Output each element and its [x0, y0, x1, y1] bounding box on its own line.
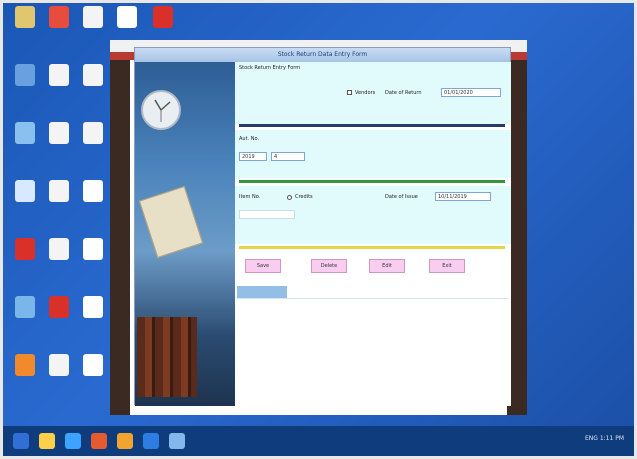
- item-label: Item No.: [239, 194, 261, 200]
- date-of-return-field[interactable]: 01/01/2020: [441, 88, 501, 97]
- credits-radio[interactable]: [287, 195, 292, 200]
- app-icon: [15, 64, 35, 86]
- side-banner-image: [135, 62, 235, 406]
- desktop-icon[interactable]: [78, 354, 108, 376]
- header-label: Stock Return Entry Form: [239, 65, 301, 71]
- media-icon[interactable]: [91, 433, 107, 449]
- app-icon: [15, 122, 35, 144]
- app-icon: [83, 296, 103, 318]
- exit-button[interactable]: Exit: [429, 259, 465, 273]
- books-image: [137, 317, 197, 397]
- delete-button[interactable]: Delete: [311, 259, 347, 273]
- data-grid-header: [237, 286, 287, 298]
- desktop-icon[interactable]: [44, 64, 74, 86]
- vendor-checkbox[interactable]: [347, 90, 352, 95]
- app-icon: [15, 238, 35, 260]
- app-icon: [83, 64, 103, 86]
- save-button[interactable]: Save: [245, 259, 281, 273]
- item-number-field[interactable]: [239, 210, 295, 219]
- desktop-icon[interactable]: [44, 180, 74, 202]
- form-content: Stock Return Entry Form Vendors Date of …: [235, 62, 511, 406]
- desktop-icon[interactable]: [44, 238, 74, 260]
- header-band: Stock Return Entry Form Vendors Date of …: [235, 62, 511, 124]
- app-icon: [49, 238, 69, 260]
- taskbar: ENG 1:11 PM: [3, 426, 634, 456]
- desktop-icon[interactable]: [78, 296, 108, 318]
- yellow-divider: [239, 246, 505, 249]
- ie-icon[interactable]: [143, 433, 159, 449]
- app-icon: [83, 180, 103, 202]
- paper-image: [138, 186, 204, 258]
- desktop-icon[interactable]: [148, 6, 178, 28]
- aut-prefix-select[interactable]: 2019: [239, 152, 267, 161]
- app-icon: [49, 64, 69, 86]
- desktop-icon[interactable]: [10, 238, 40, 260]
- desktop-icon[interactable]: [78, 64, 108, 86]
- desktop-icon[interactable]: [44, 296, 74, 318]
- desktop-icon[interactable]: [78, 180, 108, 202]
- vendor-checkbox-label: Vendors: [355, 90, 376, 96]
- app-icon: [15, 354, 35, 376]
- app-icon: [49, 354, 69, 376]
- app-icon: [49, 122, 69, 144]
- files-icon[interactable]: [65, 433, 81, 449]
- aut-label: Aut. No.: [239, 136, 260, 142]
- credits-radio-label: Credits: [295, 194, 313, 200]
- app-icon: [49, 180, 69, 202]
- edit-button[interactable]: Edit: [369, 259, 405, 273]
- desktop-icon[interactable]: [10, 180, 40, 202]
- data-grid[interactable]: [237, 298, 509, 398]
- desktop-icon[interactable]: [78, 6, 108, 28]
- desktop-icon[interactable]: [44, 354, 74, 376]
- blue-divider: [239, 124, 505, 127]
- system-tray: ENG 1:11 PM: [584, 435, 624, 442]
- desktop-icon[interactable]: [112, 6, 142, 28]
- green-divider: [239, 180, 505, 183]
- date-of-issue-label: Date of Issue: [385, 194, 418, 200]
- app-icon: [83, 354, 103, 376]
- app-icon: [83, 6, 103, 28]
- desktop-icon[interactable]: [10, 64, 40, 86]
- desktop-icon[interactable]: [10, 6, 40, 28]
- app-icon: [117, 6, 137, 28]
- window-title: Stock Return Data Entry Form: [135, 48, 510, 62]
- store-icon[interactable]: [39, 433, 55, 449]
- clock-image: [141, 90, 181, 130]
- aut-number-field[interactable]: 4: [271, 152, 305, 161]
- item-band: Item No. Credits Date of Issue 10/11/201…: [235, 186, 511, 244]
- desktop-icon[interactable]: [44, 6, 74, 28]
- background-window-left-edge: [110, 60, 130, 415]
- app-icon: [15, 296, 35, 318]
- chrome-icon[interactable]: [117, 433, 133, 449]
- app-icon: [153, 6, 173, 28]
- start-icon[interactable]: [13, 433, 29, 449]
- desktop-icon[interactable]: [10, 296, 40, 318]
- app-icon: [83, 238, 103, 260]
- app-icon: [83, 122, 103, 144]
- desktop-icon[interactable]: [10, 354, 40, 376]
- desktop-icon[interactable]: [78, 122, 108, 144]
- desktop-icon[interactable]: [44, 122, 74, 144]
- date-of-issue-field[interactable]: 10/11/2019: [435, 192, 491, 201]
- stock-return-window: Stock Return Data Entry Form Stock Retur…: [134, 47, 511, 406]
- aut-band: Aut. No. 2019 4: [235, 130, 511, 178]
- desktop-icon[interactable]: [78, 238, 108, 260]
- app-icon: [49, 6, 69, 28]
- date-of-return-label: Date of Return: [385, 90, 422, 96]
- app-icon[interactable]: [169, 433, 185, 449]
- desktop-icon[interactable]: [10, 122, 40, 144]
- app-icon: [49, 296, 69, 318]
- app-icon: [15, 6, 35, 28]
- app-icon: [15, 180, 35, 202]
